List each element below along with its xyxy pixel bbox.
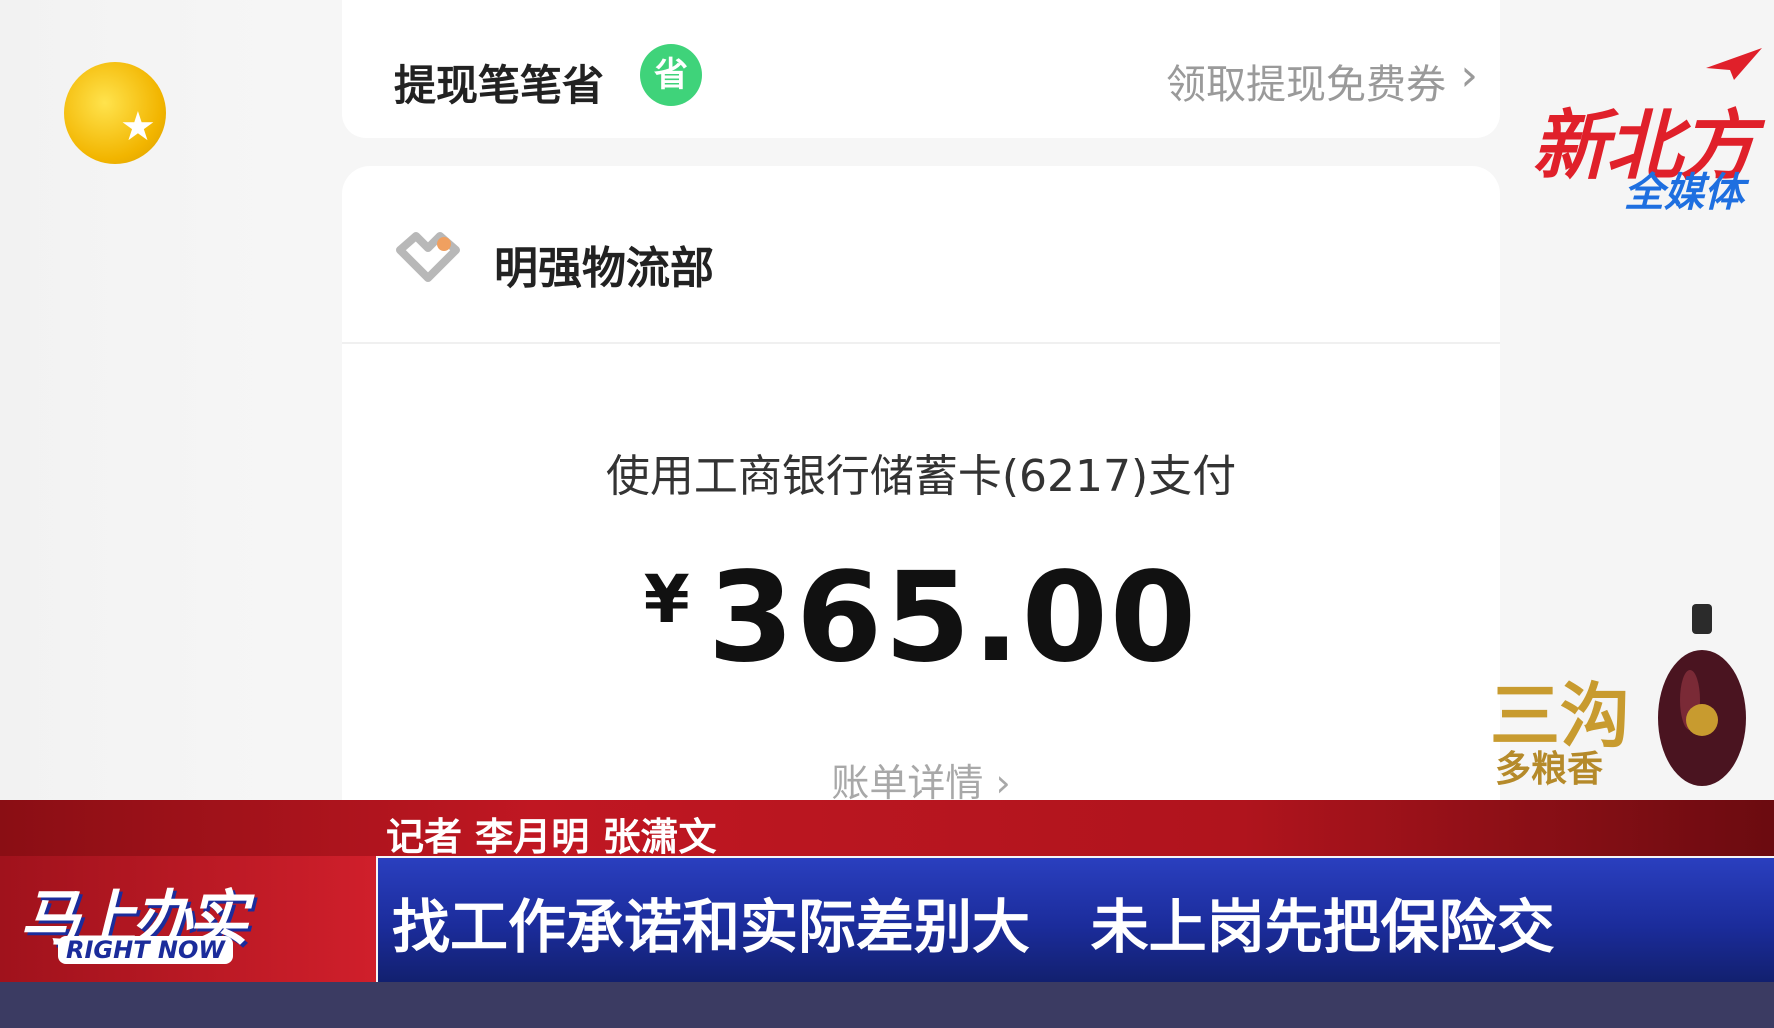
star-icon: ★ [120,104,156,150]
merchant-row: 明强物流部 [342,166,1500,344]
headline: 找工作承诺和实际差别大 未上岗先把保险交 [392,893,1555,961]
amount: ¥365.00 [342,546,1500,690]
withdraw-card: 提现笔笔省 省 领取提现免费券 › [342,0,1500,138]
withdraw-title: 提现笔笔省 [394,61,605,110]
merchant-name: 明强物流部 [494,243,714,294]
reporter-line: 记者 李月明 张潇文 [386,815,717,859]
amount-value: 365.00 [707,546,1199,690]
bottom-strip [0,982,1774,1028]
chevron-right-icon[interactable]: › [1460,50,1478,101]
currency-symbol: ¥ [643,561,690,638]
save-badge: 省 [640,44,702,106]
heart-link-icon [396,232,460,282]
pay-method: 使用工商银行储蓄卡(6217)支付 [605,451,1237,502]
ad-subtext: 多粮香 [1495,748,1604,790]
show-logo-en: RIGHT NOW [58,936,233,964]
payment-card: 明强物流部 使用工商银行储蓄卡(6217)支付 ¥365.00 账单详情 › [342,166,1500,806]
paper-plane-icon [1706,48,1762,80]
bill-details-link[interactable]: 账单详情 › [342,752,1500,807]
reporter-bar [0,800,1774,856]
bottle-icon [1658,604,1746,786]
coupon-link[interactable]: 领取提现免费券 [1166,52,1446,110]
channel-brand-sub: 全媒体 [1624,170,1744,216]
